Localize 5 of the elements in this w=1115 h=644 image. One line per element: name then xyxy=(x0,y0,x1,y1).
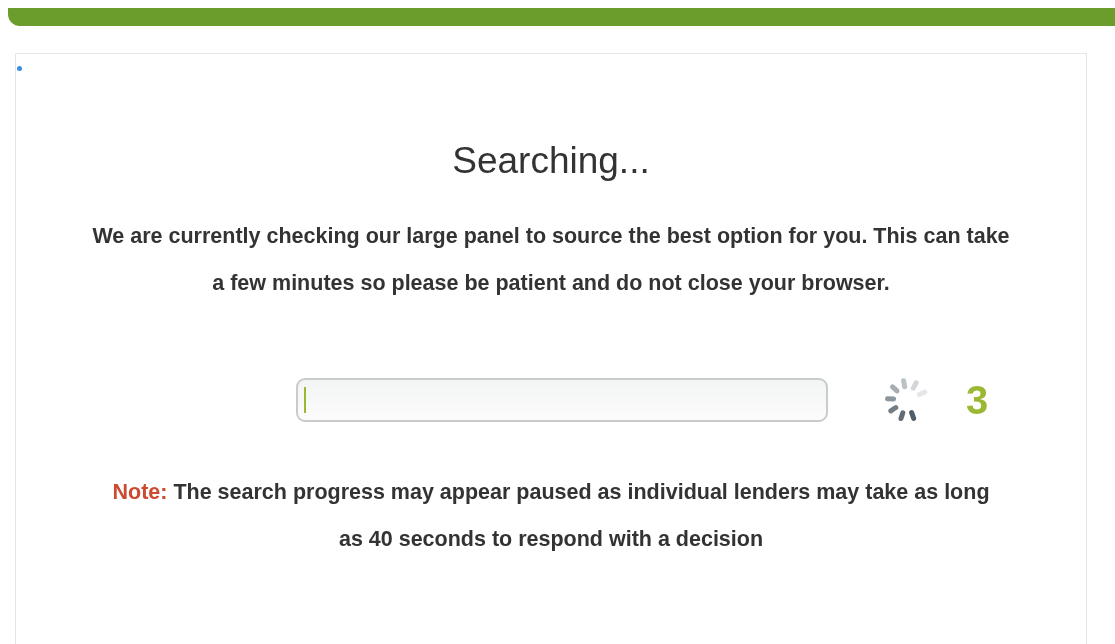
bullet-icon xyxy=(17,66,22,71)
status-message: We are currently checking our large panel to source the best option for you. This can take a few minutes so please be patient and do not close your browser. xyxy=(91,223,1011,297)
note-text: Note: The search progress may appear paused as individual lenders may take as long as 40 seconds to respond with a decision xyxy=(111,479,991,553)
page-title: Searching... xyxy=(451,139,651,183)
result-count: 3 xyxy=(966,377,989,423)
